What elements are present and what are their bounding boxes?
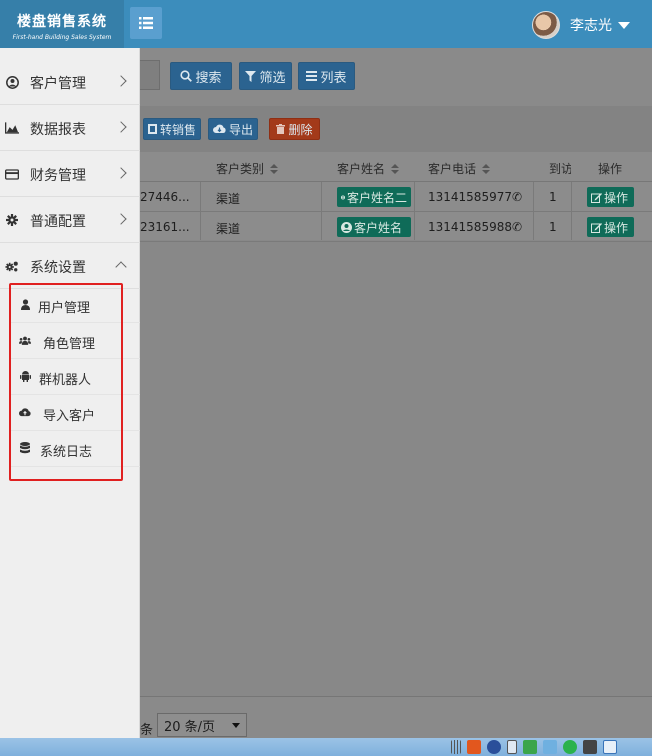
cell-phone: 13141585977✆ <box>428 190 523 204</box>
column-divider <box>533 182 534 240</box>
phone-icon[interactable]: ✆ <box>512 220 522 234</box>
sidebar-item-label: 普通配置 <box>30 214 86 230</box>
help-icon[interactable] <box>487 740 501 754</box>
sidebar-item-label: 客户管理 <box>30 76 86 92</box>
highlight-annotation-box <box>9 283 123 481</box>
filter-icon <box>245 70 257 82</box>
column-header-name[interactable]: 客户姓名 <box>337 160 400 177</box>
chevron-right-icon <box>115 75 127 87</box>
cell-phone: 13141585988✆ <box>428 220 523 234</box>
sidebar-item-finance[interactable]: 财务管理 <box>0 151 140 197</box>
column-divider <box>200 182 201 240</box>
dropdown-arrow-icon <box>232 722 240 728</box>
page-size-select[interactable]: 20 条/页 <box>157 713 247 737</box>
customer-name-tag[interactable]: 客户姓名二 <box>337 187 411 207</box>
sort-icon[interactable] <box>391 163 400 174</box>
search-input[interactable] <box>140 60 160 90</box>
gears-icon <box>5 259 19 273</box>
sidebar-toggle-button[interactable] <box>130 7 162 39</box>
cell-category: 渠道 <box>216 192 241 206</box>
list-view-button[interactable]: 列表 <box>298 62 355 90</box>
search-icon <box>180 70 193 82</box>
app-tray-icon[interactable] <box>583 740 597 754</box>
app-title: 楼盘销售系统 <box>17 14 107 30</box>
cell-visit: 1 <box>549 190 557 204</box>
table-row[interactable]: 27446... 渠道 客户姓名二 13141585977✆ 1 操作 <box>140 182 652 212</box>
user-menu[interactable]: 李志光 <box>532 10 630 40</box>
credit-card-icon <box>5 167 19 181</box>
caret-down-icon[interactable] <box>618 21 630 29</box>
trash-icon <box>276 124 286 134</box>
cell-id: 27446... <box>140 190 190 204</box>
security-shield-icon[interactable] <box>523 740 537 754</box>
sidebar-item-customer[interactable]: 客户管理 <box>0 59 140 105</box>
notification-icon[interactable] <box>603 740 617 754</box>
main-content: 搜索 筛选 列表 转销售 导出 删除 客户类别 客户姓名 客户电话 到访 操作 … <box>140 48 652 738</box>
customer-table: 客户类别 客户姓名 客户电话 到访 操作 27446... 渠道 客户姓名二 1… <box>140 152 652 242</box>
area-chart-icon <box>5 121 19 135</box>
phone-icon[interactable]: ✆ <box>512 190 522 204</box>
wechat-icon[interactable] <box>563 740 577 754</box>
table-header: 客户类别 客户姓名 客户电话 到访 操作 <box>140 152 652 182</box>
column-divider <box>414 182 415 240</box>
chevron-right-icon <box>115 213 127 225</box>
user-circle-icon <box>5 75 19 89</box>
sogou-ime-icon[interactable] <box>467 740 481 754</box>
cell-visit: 1 <box>549 220 557 234</box>
filter-button[interactable]: 筛选 <box>239 62 292 90</box>
delete-button[interactable]: 删除 <box>269 118 320 140</box>
gear-icon <box>5 213 19 227</box>
tray-grip-icon <box>451 740 461 754</box>
network-icon[interactable] <box>543 740 557 754</box>
id-card-icon <box>147 124 157 134</box>
sidebar-item-label: 财务管理 <box>30 168 86 184</box>
user-name[interactable]: 李志光 <box>570 15 612 35</box>
search-button[interactable]: 搜索 <box>170 62 232 90</box>
edit-icon <box>591 192 602 203</box>
sort-icon[interactable] <box>270 163 279 174</box>
column-header-category[interactable]: 客户类别 <box>216 160 279 177</box>
column-header-phone[interactable]: 客户电话 <box>428 160 491 177</box>
sort-icon[interactable] <box>482 163 491 174</box>
sidebar: 客户管理 数据报表 财务管理 普通配置 系统设置 用户管理 角色管理 群机器人 … <box>0 48 140 738</box>
table-row[interactable]: 23161... 渠道 客户姓名 13141585988✆ 1 操作 <box>140 212 652 242</box>
chevron-up-icon <box>115 261 127 273</box>
sidebar-item-general-config[interactable]: 普通配置 <box>0 197 140 243</box>
list-icon <box>139 17 153 29</box>
chevron-right-icon <box>115 167 127 179</box>
cell-category: 渠道 <box>216 222 241 236</box>
sidebar-item-label: 系统设置 <box>30 260 86 276</box>
edit-icon <box>591 222 602 233</box>
pager-unit-label: 条 <box>140 723 154 738</box>
app-subtitle: First-hand Building Sales System <box>12 34 112 41</box>
row-action-button[interactable]: 操作 <box>587 217 634 237</box>
system-tray <box>451 740 617 754</box>
sidebar-item-reports[interactable]: 数据报表 <box>0 105 140 151</box>
transfer-sales-button[interactable]: 转销售 <box>143 118 201 140</box>
customer-name-tag[interactable]: 客户姓名 <box>337 217 411 237</box>
export-button[interactable]: 导出 <box>208 118 258 140</box>
bars-icon <box>306 71 318 81</box>
row-action-button[interactable]: 操作 <box>587 187 634 207</box>
column-divider <box>571 182 572 240</box>
user-circle-icon <box>341 221 352 233</box>
os-taskbar <box>0 738 652 756</box>
chevron-right-icon <box>115 121 127 133</box>
top-navbar: 楼盘销售系统 First-hand Building Sales System … <box>0 0 652 48</box>
window-icon[interactable] <box>507 740 517 754</box>
user-circle-icon <box>341 195 345 199</box>
cell-id: 23161... <box>140 220 190 234</box>
cloud-download-icon <box>212 124 226 133</box>
sidebar-item-label: 数据报表 <box>30 122 86 138</box>
app-logo[interactable]: 楼盘销售系统 First-hand Building Sales System <box>0 0 124 48</box>
search-bar: 搜索 筛选 列表 <box>140 48 652 106</box>
action-toolbar: 转销售 导出 删除 <box>140 106 652 152</box>
avatar[interactable] <box>532 11 560 39</box>
pagination: 条 20 条/页 <box>140 696 652 738</box>
column-header-action: 操作 <box>598 162 623 176</box>
column-header-visit[interactable]: 到访 <box>549 160 571 177</box>
column-divider <box>321 182 322 240</box>
